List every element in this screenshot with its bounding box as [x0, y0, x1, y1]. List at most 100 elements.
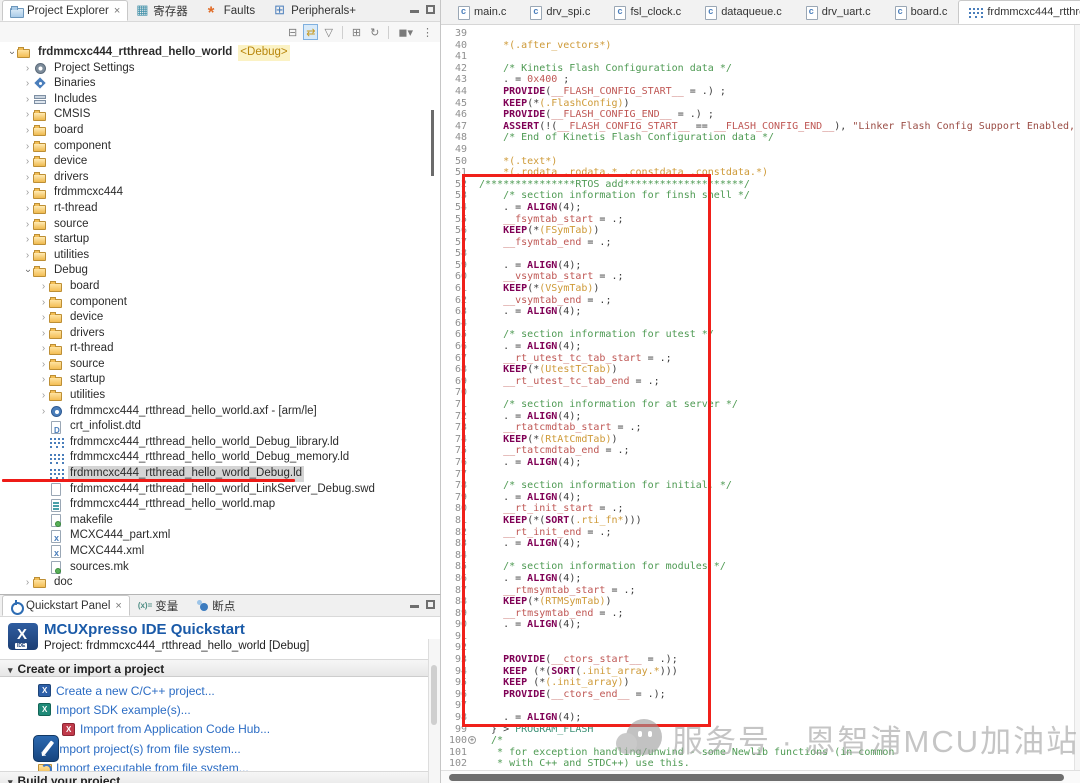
quickstart-scrollbar-track[interactable] — [428, 639, 440, 783]
chevron-collapsed-icon[interactable]: › — [38, 388, 49, 404]
chevron-collapsed-icon[interactable]: › — [38, 341, 49, 357]
tree-item[interactable]: › doc — [0, 575, 440, 591]
link-with-editor-icon[interactable]: ⇄ — [303, 24, 319, 40]
chevron-collapsed-icon[interactable]: › — [22, 185, 33, 201]
tree-item[interactable]: › utilities — [0, 388, 440, 404]
code-token: * with C++ and STDC++) use this. — [479, 758, 690, 770]
tree-item[interactable]: › drivers — [0, 326, 440, 342]
collapse-all-icon[interactable]: ⊟ — [285, 24, 300, 40]
chevron-collapsed-icon[interactable]: › — [38, 372, 49, 388]
tab-peripherals[interactable]: Peripherals+ — [266, 0, 367, 21]
chevron-collapsed-icon[interactable]: › — [38, 310, 49, 326]
tab-faults[interactable]: Faults — [199, 0, 266, 23]
chevron-collapsed-icon[interactable]: › — [22, 61, 33, 77]
minimize-icon[interactable] — [410, 9, 419, 13]
tree-item[interactable]: › CMSIS — [0, 107, 440, 123]
refresh-icon[interactable]: ↻ — [367, 24, 382, 40]
tree-item[interactable]: MCXC444_part.xml — [0, 528, 440, 546]
editor-tab-frdmmcxc444-rtthread[interactable]: frdmmcxc444_rtthread_... — [958, 0, 1080, 24]
chevron-collapsed-icon[interactable]: › — [22, 248, 33, 264]
chevron-collapsed-icon[interactable]: › — [22, 154, 33, 170]
tree-item[interactable]: › frdmmcxc444_rtthread_hello_world.axf - … — [0, 404, 440, 420]
quickstart-link-import-sdk-example-s[interactable]: Import SDK example(s)... — [0, 700, 430, 719]
tree-item[interactable]: › device — [0, 154, 440, 170]
minimize-icon[interactable] — [410, 604, 419, 608]
chevron-collapsed-icon[interactable]: › — [38, 357, 49, 373]
chevron-collapsed-icon[interactable]: › — [38, 404, 49, 420]
chevron-collapsed-icon[interactable]: › — [22, 201, 33, 217]
editor-tab-board-c[interactable]: board.c — [882, 0, 959, 24]
tab-project-explorer[interactable]: Project Explorer × — [2, 0, 129, 21]
code-text: ASSERT(!(__FLASH_CONFIG_START__ == __FLA… — [479, 121, 1074, 133]
chevron-collapsed-icon[interactable]: › — [22, 217, 33, 233]
tree-item[interactable]: makefile — [0, 513, 440, 529]
editor-tab-main-c[interactable]: main.c — [445, 0, 517, 24]
select-working-set-icon[interactable]: ⊞ — [349, 24, 364, 40]
tree-item[interactable]: › source — [0, 357, 440, 373]
tree-item[interactable]: › startup — [0, 232, 440, 248]
tab-item[interactable]: 寄存器 — [128, 0, 199, 21]
chevron-collapsed-icon[interactable]: › — [38, 326, 49, 342]
chevron-collapsed-icon[interactable]: › — [22, 92, 33, 108]
tree-item[interactable]: › frdmmcxc444 — [0, 185, 440, 201]
editor-tab-fsl-clock-c[interactable]: fsl_clock.c — [601, 0, 692, 24]
view-menu-icon[interactable]: ◼▾ — [395, 24, 416, 40]
tree-item[interactable]: › component — [0, 295, 440, 311]
tree-item[interactable]: › drivers — [0, 170, 440, 186]
overview-ruler[interactable] — [1074, 25, 1080, 770]
quickstart-scrollbar-thumb[interactable] — [431, 665, 437, 725]
chevron-collapsed-icon[interactable]: › — [22, 170, 33, 186]
tree-item[interactable]: › board — [0, 279, 440, 295]
editor-tab-dataqueue-c[interactable]: dataqueue.c — [692, 0, 793, 24]
editor-tab-drv-spi-c[interactable]: drv_spi.c — [517, 0, 601, 24]
chevron-collapsed-icon[interactable]: › — [22, 107, 33, 123]
tree-item[interactable]: › rt-thread — [0, 201, 440, 217]
chevron-collapsed-icon[interactable]: › — [22, 139, 33, 155]
tree-item[interactable]: › Binaries — [0, 76, 440, 92]
tree-item[interactable]: › startup — [0, 372, 440, 388]
maximize-icon[interactable] — [426, 600, 435, 609]
fold-icon[interactable]: + — [468, 736, 476, 745]
chevron-collapsed-icon[interactable]: › — [38, 279, 49, 295]
chevron-collapsed-icon[interactable]: › — [38, 295, 49, 311]
tree-item[interactable]: › Includes — [0, 92, 440, 108]
tree-item[interactable]: › Project Settings — [0, 61, 440, 77]
horizontal-scrollbar-track[interactable] — [441, 770, 1080, 783]
chevron-collapsed-icon[interactable]: › — [22, 232, 33, 248]
tree-item[interactable]: › utilities — [0, 248, 440, 264]
tab-quickstart-panel[interactable]: Quickstart Panel × — [2, 595, 130, 616]
maximize-icon[interactable] — [426, 5, 435, 14]
editor-tab-drv-uart-c[interactable]: drv_uart.c — [793, 0, 882, 24]
quickstart-link-create-a-new-c-c-project[interactable]: Create a new C/C++ project... — [0, 681, 430, 700]
tab-item[interactable]: (x)= 变量 — [130, 595, 189, 616]
tree-item[interactable]: › rt-thread — [0, 341, 440, 357]
tree-item[interactable]: › source — [0, 217, 440, 233]
tree-item[interactable]: frdmmcxc444_rtthread_hello_world_Debug_m… — [0, 450, 440, 466]
tree-item[interactable]: crt_infolist.dtd — [0, 419, 440, 438]
section-build-project[interactable]: ▾ Build your project — [0, 771, 432, 783]
link-label: Create a new C/C++ project... — [56, 683, 215, 698]
quickstart-link-import-from-application-code-hub[interactable]: Import from Application Code Hub... — [0, 720, 430, 739]
tree-item[interactable]: › Debug — [0, 263, 440, 279]
tree-item[interactable]: frdmmcxc444_rtthread_hello_world_Debug.l… — [0, 466, 440, 483]
tree-item[interactable]: frdmmcxc444_rtthread_hello_world.map — [0, 497, 440, 513]
section-create-import[interactable]: ▾ Create or import a project — [0, 659, 432, 677]
close-icon[interactable]: × — [114, 5, 120, 17]
tree-item[interactable]: › board — [0, 123, 440, 139]
tab-item[interactable]: 断点 — [189, 595, 246, 616]
close-icon[interactable]: × — [115, 600, 121, 612]
tree-item[interactable]: › component — [0, 139, 440, 155]
tree-item[interactable]: sources.mk — [0, 560, 440, 576]
more-icon[interactable]: ⋮ — [419, 24, 436, 40]
tree-item[interactable]: › device — [0, 310, 440, 326]
chevron-collapsed-icon[interactable]: › — [22, 575, 33, 591]
tree-item[interactable]: frdmmcxc444_rtthread_hello_world_LinkSer… — [0, 482, 440, 498]
filter-icon[interactable]: ▽ — [321, 24, 335, 40]
chevron-collapsed-icon[interactable]: › — [22, 123, 33, 139]
horizontal-scrollbar-thumb[interactable] — [449, 774, 1064, 781]
tree-item[interactable]: frdmmcxc444_rtthread_hello_world_Debug_l… — [0, 435, 440, 451]
tree-item[interactable]: › frdmmcxc444_rtthread_hello_world <Debug> — [0, 45, 440, 61]
quickstart-link-import-project-s-from-file-system[interactable]: Import project(s) from file system... — [0, 739, 430, 758]
tree-item[interactable]: MCXC444.xml — [0, 544, 440, 562]
chevron-collapsed-icon[interactable]: › — [22, 76, 33, 92]
